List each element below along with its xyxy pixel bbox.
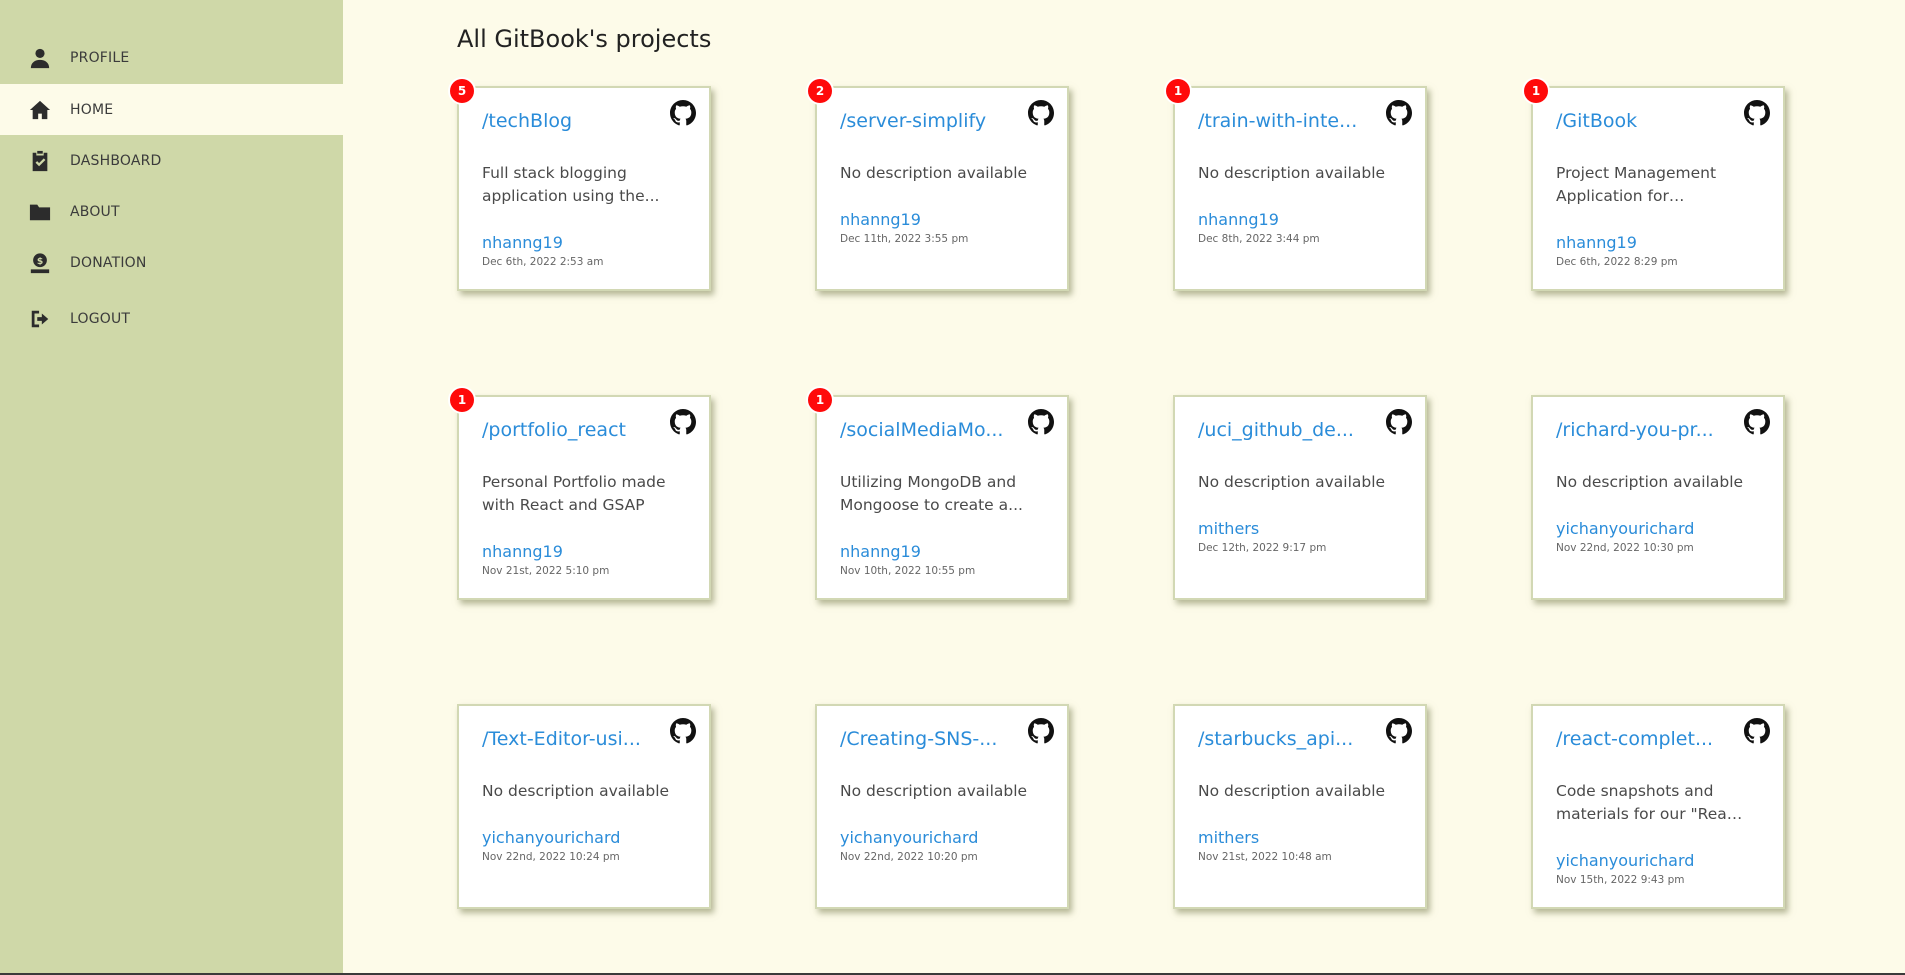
project-title-link[interactable]: /server-simplify (840, 110, 1005, 132)
notification-badge: 1 (1166, 79, 1190, 103)
project-date: Dec 6th, 2022 8:29 pm (1556, 256, 1678, 268)
project-title-link[interactable]: /techBlog (482, 110, 647, 132)
github-icon[interactable] (1744, 409, 1770, 435)
project-description: Code snapshots and materials for our "Re… (1556, 782, 1742, 823)
project-date: Dec 6th, 2022 2:53 am (482, 256, 604, 268)
github-icon[interactable] (670, 100, 696, 126)
github-icon[interactable] (1028, 718, 1054, 744)
project-author-link[interactable]: nhanng19 (840, 542, 921, 561)
project-date: Nov 22nd, 2022 10:30 pm (1556, 542, 1694, 554)
notification-badge: 5 (450, 79, 474, 103)
sidebar-item-dashboard[interactable]: DASHBOARD (0, 135, 343, 186)
sidebar-item-logout[interactable]: LOGOUT (0, 293, 343, 344)
project-title-link[interactable]: /Text-Editor-usi... (482, 728, 647, 750)
page-title: All GitBook's projects (457, 25, 712, 53)
sidebar-item-home[interactable]: HOME (0, 84, 343, 135)
github-icon[interactable] (1744, 100, 1770, 126)
svg-text:$: $ (37, 255, 43, 266)
project-author-link[interactable]: mithers (1198, 828, 1259, 847)
project-title-link[interactable]: /richard-you-pr... (1556, 419, 1721, 441)
project-card: /uci_github_de... No description availab… (1173, 395, 1427, 600)
project-card: /Creating-SNS-... No description availab… (815, 704, 1069, 909)
sidebar-item-profile[interactable]: PROFILE (0, 32, 343, 83)
folder-icon (28, 200, 52, 224)
project-author-link[interactable]: yichanyourichard (1556, 519, 1694, 538)
clipboard-check-icon (28, 149, 52, 173)
project-date: Nov 15th, 2022 9:43 pm (1556, 874, 1685, 886)
sidebar: PROFILE HOME DASHBOARD ABOUT $ DONATION … (0, 0, 343, 975)
project-date: Dec 8th, 2022 3:44 pm (1198, 233, 1320, 245)
github-icon[interactable] (1386, 100, 1412, 126)
project-card: 1 /train-with-inte... No description ava… (1166, 79, 1427, 291)
project-description: No description available (1556, 473, 1744, 491)
project-date: Dec 12th, 2022 9:17 pm (1198, 542, 1327, 554)
project-author-link[interactable]: yichanyourichard (1556, 851, 1694, 870)
sidebar-item-about[interactable]: ABOUT (0, 186, 343, 237)
github-icon[interactable] (1744, 718, 1770, 744)
project-card: 1 /GitBook Project Management Applicatio… (1524, 79, 1785, 291)
notification-badge: 1 (450, 388, 474, 412)
donate-icon: $ (28, 251, 52, 275)
sidebar-item-label: PROFILE (70, 49, 130, 66)
project-description: No description available (1198, 164, 1386, 182)
github-icon[interactable] (1028, 409, 1054, 435)
project-author-link[interactable]: yichanyourichard (840, 828, 978, 847)
project-date: Nov 21st, 2022 10:48 am (1198, 851, 1332, 863)
project-date: Nov 22nd, 2022 10:20 pm (840, 851, 978, 863)
user-icon (28, 46, 52, 70)
project-author-link[interactable]: nhanng19 (482, 542, 563, 561)
project-description: Project Management Application for Devel… (1556, 164, 1717, 205)
project-title-link[interactable]: /react-complet... (1556, 728, 1721, 750)
sidebar-item-label: DASHBOARD (70, 152, 162, 169)
sidebar-item-donation[interactable]: $ DONATION (0, 237, 343, 288)
project-date: Nov 10th, 2022 10:55 pm (840, 565, 976, 577)
project-card: 1 /portfolio_react Personal Portfolio ma… (450, 388, 711, 600)
project-card: /react-complet... Code snapshots and mat… (1531, 704, 1785, 909)
project-title-link[interactable]: /socialMediaMo... (840, 419, 1005, 441)
project-date: Nov 22nd, 2022 10:24 pm (482, 851, 620, 863)
notification-badge: 2 (808, 79, 832, 103)
project-description: No description available (482, 782, 670, 800)
project-author-link[interactable]: nhanng19 (840, 210, 921, 229)
project-description: No description available (1198, 782, 1386, 800)
github-icon[interactable] (1386, 409, 1412, 435)
project-title-link[interactable]: /starbucks_api... (1198, 728, 1363, 750)
project-description: Utilizing MongoDB and Mongoose to create… (840, 473, 1023, 514)
project-author-link[interactable]: nhanng19 (482, 233, 563, 252)
sidebar-item-label: LOGOUT (70, 310, 131, 327)
project-title-link[interactable]: /uci_github_de... (1198, 419, 1363, 441)
project-card: /richard-you-pr... No description availa… (1531, 395, 1785, 600)
sidebar-item-label: HOME (70, 101, 114, 118)
github-icon[interactable] (1386, 718, 1412, 744)
project-description: No description available (840, 164, 1028, 182)
project-title-link[interactable]: /Creating-SNS-... (840, 728, 1005, 750)
project-description: No description available (840, 782, 1028, 800)
project-title-link[interactable]: /train-with-inte... (1198, 110, 1363, 132)
project-title-link[interactable]: /GitBook (1556, 110, 1721, 132)
project-author-link[interactable]: mithers (1198, 519, 1259, 538)
project-author-link[interactable]: nhanng19 (1198, 210, 1279, 229)
project-author-link[interactable]: nhanng19 (1556, 233, 1637, 252)
sign-out-icon (28, 307, 52, 331)
github-icon[interactable] (670, 718, 696, 744)
github-icon[interactable] (670, 409, 696, 435)
project-card: /Text-Editor-usi... No description avail… (457, 704, 711, 909)
github-icon[interactable] (1028, 100, 1054, 126)
sidebar-item-label: ABOUT (70, 203, 120, 220)
notification-badge: 1 (1524, 79, 1548, 103)
project-card: 5 /techBlog Full stack blogging applicat… (450, 79, 711, 291)
project-title-link[interactable]: /portfolio_react (482, 419, 647, 441)
project-description: No description available (1198, 473, 1386, 491)
sidebar-item-label: DONATION (70, 254, 147, 271)
project-description: Full stack blogging application using th… (482, 164, 660, 205)
project-card: 1 /socialMediaMo... Utilizing MongoDB an… (808, 388, 1069, 600)
notification-badge: 1 (808, 388, 832, 412)
project-description: Personal Portfolio made with React and G… (482, 473, 666, 514)
home-icon (28, 98, 52, 122)
project-card: 2 /server-simplify No description availa… (808, 79, 1069, 291)
project-card: /starbucks_api... No description availab… (1173, 704, 1427, 909)
project-date: Dec 11th, 2022 3:55 pm (840, 233, 969, 245)
project-date: Nov 21st, 2022 5:10 pm (482, 565, 610, 577)
project-author-link[interactable]: yichanyourichard (482, 828, 620, 847)
